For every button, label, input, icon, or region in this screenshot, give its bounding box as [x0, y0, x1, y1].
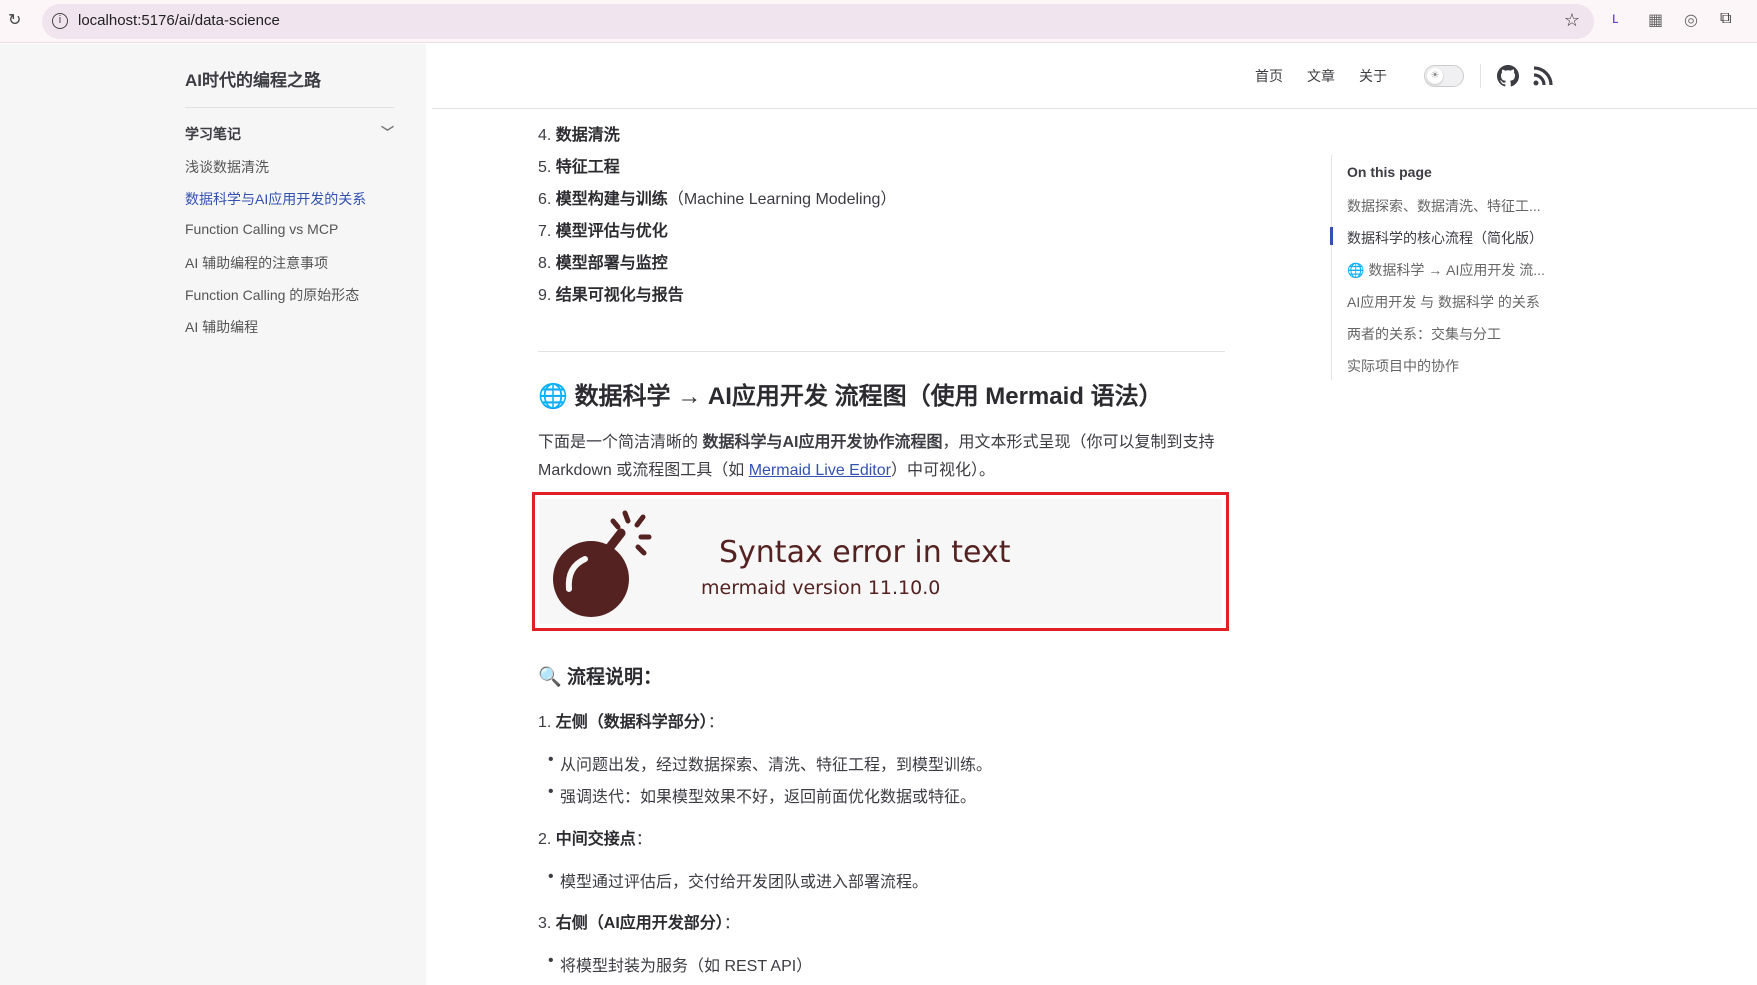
extension-icon[interactable]: ▦ — [1648, 10, 1663, 30]
outline-item[interactable]: 两者的关系：交集与分工 — [1347, 324, 1501, 344]
error-version: mermaid version 11.10.0 — [701, 577, 941, 599]
sidebar-item[interactable]: 浅谈数据清洗 — [185, 157, 269, 177]
browser-toolbar: ↻ i localhost:5176/ai/data-science ☆ ʟ ▦… — [0, 0, 1757, 43]
mermaid-error-box: Syntax error in text mermaid version 11.… — [532, 492, 1229, 631]
github-icon[interactable] — [1497, 65, 1519, 87]
mermaid-live-editor-link[interactable]: Mermaid Live Editor — [749, 462, 891, 479]
sidebar-item-active[interactable]: 数据科学与AI应用开发的关系 — [185, 189, 366, 209]
rss-icon[interactable] — [1533, 66, 1553, 86]
reload-icon[interactable]: ↻ — [8, 10, 21, 30]
outline-title: On this page — [1347, 164, 1432, 180]
list-item: 5. 特征工程 — [538, 159, 620, 176]
list-item: 7. 模型评估与优化 — [538, 223, 668, 240]
list-item: 8. 模型部署与监控 — [538, 255, 668, 272]
divider — [538, 351, 1225, 352]
sidebar-section-notes[interactable]: 学习笔记 ﹀ — [185, 124, 394, 144]
list-item: 4. 数据清洗 — [538, 127, 620, 144]
magnifier-icon: 🔍 — [538, 667, 562, 688]
sun-icon: ☀ — [1427, 68, 1443, 84]
url-text[interactable]: localhost:5176/ai/data-science — [78, 12, 280, 29]
bullet-item: 强调迭代：如果模型效果不好，返回前面优化数据或特征。 — [548, 783, 976, 807]
section-heading: 🌐 数据科学 → AI应用开发 流程图（使用 Mermaid 语法） — [538, 383, 1163, 410]
error-title: Syntax error in text — [719, 535, 1011, 570]
outline-item[interactable]: 实际项目中的协作 — [1347, 356, 1459, 376]
bookmark-star-icon[interactable]: ☆ — [1564, 10, 1580, 31]
outline-item[interactable]: AI应用开发 与 数据科学 的关系 — [1347, 292, 1540, 312]
subsection-heading: 🔍 流程说明： — [538, 667, 662, 688]
bullet-item: 将模型封装为服务（如 REST API） — [548, 952, 812, 976]
nav-articles[interactable]: 文章 — [1307, 66, 1335, 86]
extension-icon[interactable]: ◎ — [1684, 10, 1698, 30]
theme-toggle[interactable]: ☀ — [1424, 65, 1464, 87]
outline-active-marker — [1330, 227, 1333, 245]
site-title[interactable]: AI时代的编程之路 — [185, 66, 321, 91]
list-item: 3. 右侧（AI应用开发部分）： — [538, 915, 740, 932]
site-info-icon[interactable]: i — [52, 13, 68, 29]
bomb-icon — [553, 510, 652, 617]
paragraph: 下面是一个简洁清晰的 数据科学与AI应用开发协作流程图，用文本形式呈现（你可以复… — [538, 434, 1215, 451]
sidebar-item[interactable]: Function Calling 的原始形态 — [185, 285, 359, 305]
outline-item[interactable]: 🌐 数据科学 → AI应用开发 流... — [1347, 260, 1545, 280]
sidebar — [0, 44, 426, 985]
outline-item-active[interactable]: 数据科学的核心流程（简化版） — [1347, 228, 1543, 248]
list-item: 2. 中间交接点： — [538, 831, 652, 848]
top-nav: 首页 文章 关于 ☀ — [432, 44, 1757, 109]
nav-about[interactable]: 关于 — [1359, 66, 1387, 86]
list-item: 9. 结果可视化与报告 — [538, 287, 684, 304]
divider — [185, 107, 394, 108]
outline-rail — [1331, 155, 1332, 380]
sidebar-item[interactable]: AI 辅助编程的注意事项 — [185, 253, 328, 273]
list-item: 6. 模型构建与训练（Machine Learning Modeling） — [538, 191, 897, 208]
section-label: 学习笔记 — [185, 126, 241, 142]
list-item: 1. 左侧（数据科学部分）： — [538, 714, 724, 731]
chevron-down-icon[interactable]: ﹀ — [381, 122, 394, 141]
bullet-item: 模型通过评估后，交付给开发团队或进入部署流程。 — [548, 868, 928, 892]
paragraph: Markdown 或流程图工具（如 Mermaid Live Editor）中可… — [538, 462, 995, 479]
sidebar-item[interactable]: AI 辅助编程 — [185, 317, 258, 337]
extensions-puzzle-icon[interactable]: ⧉ — [1720, 10, 1731, 28]
sidebar-item[interactable]: Function Calling vs MCP — [185, 221, 338, 237]
outline-item[interactable]: 数据探索、数据清洗、特征工... — [1347, 196, 1541, 216]
globe-icon: 🌐 — [538, 383, 568, 410]
divider — [1480, 64, 1481, 88]
bullet-item: 从问题出发，经过数据探索、清洗、特征工程，到模型训练。 — [548, 751, 992, 775]
globe-icon: 🌐 — [1347, 262, 1365, 278]
extension-icon[interactable]: ʟ — [1612, 10, 1618, 28]
address-bar[interactable]: i localhost:5176/ai/data-science ☆ — [42, 4, 1594, 39]
nav-home[interactable]: 首页 — [1255, 66, 1283, 86]
